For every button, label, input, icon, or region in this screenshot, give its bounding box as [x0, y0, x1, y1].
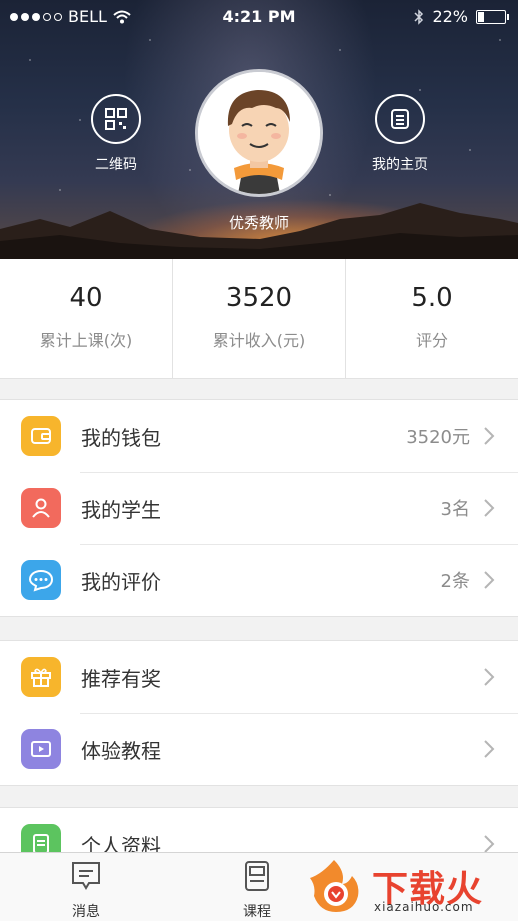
stat-classes: 40 累计上课(次) — [0, 259, 173, 378]
menu-item-reviews[interactable]: 我的评价 2条 — [0, 544, 518, 616]
wallet-icon — [21, 416, 61, 456]
menu-item-wallet[interactable]: 我的钱包 3520元 — [0, 400, 518, 472]
tab-label: 消息 — [72, 904, 100, 920]
stat-label: 累计收入(元) — [212, 331, 306, 350]
chevron-right-icon — [484, 835, 495, 853]
battery-percent: 22% — [432, 7, 468, 26]
tab-label: 课程 — [243, 904, 271, 920]
qr-code-label: 二维码 — [95, 157, 137, 173]
menu-item-label: 体验教程 — [81, 738, 161, 763]
menu-item-label: 推荐有奖 — [81, 666, 161, 691]
flame-icon — [310, 860, 359, 912]
profile-header: BELL 4:21 PM 22% 二维码 我的主页 优秀教师 — [0, 0, 518, 259]
my-homepage-button[interactable]: 我的主页 — [372, 94, 428, 174]
menu-group-profile: 个人资料 — [0, 807, 518, 853]
menu-item-tutorial[interactable]: 体验教程 — [0, 713, 518, 785]
menu-item-label: 个人资料 — [81, 833, 161, 854]
tab-messages[interactable]: 消息 — [46, 859, 126, 921]
menu-item-value: 2条 — [440, 571, 470, 592]
chevron-right-icon — [484, 427, 495, 445]
tab-courses[interactable]: 课程 — [217, 859, 297, 921]
course-icon — [245, 861, 269, 891]
battery-icon — [476, 9, 509, 24]
chat-icon — [21, 560, 61, 600]
menu-group-account: 我的钱包 3520元 我的学生 3名 我的评价 2条 — [0, 399, 518, 617]
chevron-right-icon — [484, 571, 495, 589]
qr-code-icon — [105, 108, 127, 130]
message-icon — [72, 862, 100, 890]
person-icon — [21, 488, 61, 528]
gift-icon — [21, 657, 61, 697]
stat-value: 40 — [69, 283, 103, 313]
watermark-logo: 下载火 xiazaihuo.com — [302, 856, 512, 916]
teacher-name: 优秀教师 — [228, 214, 289, 232]
watermark-url: xiazaihuo.com — [374, 900, 474, 914]
stats-panel: 40 累计上课(次) 3520 累计收入(元) 5.0 评分 — [0, 259, 518, 379]
menu-group-extras: 推荐有奖 体验教程 — [0, 640, 518, 786]
status-bar: BELL 4:21 PM 22% — [0, 0, 518, 34]
stat-label: 累计上课(次) — [39, 331, 133, 350]
document-icon — [21, 824, 61, 853]
menu-item-students[interactable]: 我的学生 3名 — [0, 472, 518, 544]
menu-item-profile[interactable]: 个人资料 — [0, 808, 518, 853]
avatar-illustration — [198, 72, 320, 194]
menu-item-label: 我的学生 — [81, 497, 161, 522]
my-homepage-label: 我的主页 — [372, 157, 428, 173]
stat-value: 3520 — [225, 283, 293, 313]
qr-code-button[interactable]: 二维码 — [91, 94, 141, 174]
menu-item-referral[interactable]: 推荐有奖 — [0, 641, 518, 713]
stat-label: 评分 — [415, 331, 448, 350]
video-icon — [21, 729, 61, 769]
chevron-right-icon — [484, 499, 495, 517]
menu-item-value: 3520元 — [406, 427, 470, 448]
menu-item-value: 3名 — [440, 499, 470, 520]
menu-item-label: 我的评价 — [81, 569, 161, 594]
bluetooth-icon — [414, 8, 424, 25]
homepage-icon — [391, 109, 409, 129]
stat-rating: 5.0 评分 — [346, 259, 518, 378]
chevron-right-icon — [484, 668, 495, 686]
chevron-right-icon — [484, 740, 495, 758]
avatar[interactable] — [195, 69, 323, 197]
menu-item-label: 我的钱包 — [81, 425, 161, 450]
stat-income: 3520 累计收入(元) — [173, 259, 346, 378]
stat-value: 5.0 — [411, 283, 453, 313]
